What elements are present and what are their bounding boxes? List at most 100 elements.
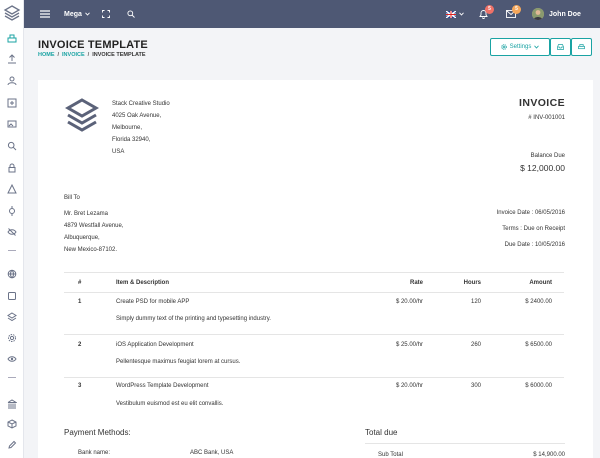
- watch-icon[interactable]: [6, 205, 18, 217]
- image-icon[interactable]: [6, 118, 18, 130]
- eye-off-icon[interactable]: [6, 226, 18, 238]
- company-name: Stack Creative Studio: [112, 101, 170, 107]
- lock-icon[interactable]: [6, 162, 18, 174]
- app-logo-icon[interactable]: [3, 4, 21, 22]
- breadcrumb-separator: /: [57, 52, 60, 58]
- upload-icon[interactable]: [6, 53, 18, 65]
- globe-icon[interactable]: [6, 268, 18, 280]
- left-sidebar: [0, 0, 24, 458]
- mega-menu-dropdown[interactable]: Mega: [64, 0, 90, 28]
- inbox-icon: [557, 44, 564, 50]
- bill-to-state: New Mexico-87102.: [64, 247, 118, 253]
- row-rate: $ 20.00/hr: [395, 299, 423, 305]
- payment-methods-label: Payment Methods:: [64, 428, 131, 437]
- table-header-rate: Rate: [409, 280, 423, 286]
- mega-menu-label: Mega: [64, 10, 82, 18]
- breadcrumb-home[interactable]: HOME: [38, 52, 55, 58]
- row-amount: $ 2400.00: [525, 299, 552, 305]
- messages-button[interactable]: 5: [506, 0, 521, 28]
- bank-icon[interactable]: [6, 398, 18, 410]
- invoice-card: Stack Creative Studio 4025 Oak Avenue, M…: [38, 80, 593, 458]
- menu-toggle-icon[interactable]: [40, 0, 50, 28]
- subtotal-label: Sub Total: [378, 452, 403, 458]
- row-rate: $ 25.00/hr: [395, 342, 423, 348]
- fullscreen-icon[interactable]: [102, 0, 110, 28]
- row-rate: $ 20.00/hr: [395, 383, 423, 389]
- avatar: [532, 8, 544, 20]
- table-header-amount: Amount: [529, 280, 552, 286]
- row-description: Pellentesque maximus feugiat lorem at cu…: [116, 359, 241, 365]
- total-due-label: Total due: [365, 428, 398, 437]
- row-hours: 260: [470, 342, 481, 348]
- invoice-date: Invoice Date : 06/05/2016: [496, 210, 565, 216]
- bank-name-value: ABC Bank, USA: [190, 450, 234, 456]
- row-number: 2: [78, 342, 82, 348]
- user-name: John Doe: [549, 10, 581, 18]
- inbox-button[interactable]: [550, 38, 571, 56]
- row-number: 3: [78, 383, 82, 389]
- settings-button[interactable]: Settings: [490, 38, 550, 56]
- company-state: Florida 32940,: [112, 137, 151, 143]
- page-title: INVOICE TEMPLATE: [38, 39, 148, 51]
- user-menu[interactable]: John Doe: [532, 0, 581, 28]
- row-amount: $ 6000.00: [525, 383, 552, 389]
- table-header-item: Item & Description: [116, 280, 170, 286]
- uk-flag-icon: [446, 10, 456, 18]
- row-description: Vestibulum euismod est eu elit convallis…: [116, 401, 224, 407]
- settings-icon[interactable]: [6, 332, 18, 344]
- box-icon[interactable]: [6, 418, 18, 430]
- chevron-down-icon: [85, 12, 90, 16]
- user-icon[interactable]: [6, 75, 18, 87]
- search-icon[interactable]: [6, 140, 18, 152]
- notifications-button[interactable]: 5: [479, 0, 494, 28]
- table-divider: [64, 334, 564, 335]
- messages-badge: 5: [512, 5, 521, 14]
- bill-to-label: Bill To: [64, 195, 80, 201]
- row-item: WordPress Template Development: [116, 383, 209, 389]
- language-selector[interactable]: [446, 0, 464, 28]
- sidebar-divider: [8, 377, 16, 378]
- table-divider: [64, 292, 564, 293]
- plus-square-icon[interactable]: [6, 97, 18, 109]
- breadcrumb: HOME / INVOICE / INVOICE TEMPLATE: [38, 52, 146, 58]
- chevron-down-icon: [534, 45, 540, 49]
- row-hours: 300: [470, 383, 481, 389]
- bank-name-label: Bank name:: [78, 450, 111, 456]
- edit-icon[interactable]: [6, 439, 18, 451]
- row-amount: $ 6500.00: [525, 342, 552, 348]
- top-navbar: Mega 5 5 John Doe: [24, 0, 600, 28]
- row-item: Create PSD for mobile APP: [116, 299, 190, 305]
- settings-icon: [500, 44, 507, 50]
- bill-to-city: Albuquerque,: [64, 235, 100, 241]
- invoice-title: INVOICE: [519, 97, 565, 109]
- eye-icon[interactable]: [6, 353, 18, 365]
- table-divider: [64, 377, 564, 378]
- balance-due-amount: $ 12,000.00: [520, 163, 565, 173]
- terms: Terms : Due on Receipt: [502, 226, 565, 232]
- search-icon[interactable]: [127, 0, 135, 28]
- notifications-badge: 5: [485, 5, 494, 14]
- bill-to-name: Mr. Bret Lezama: [64, 211, 109, 217]
- company-logo-icon: [65, 98, 100, 132]
- chevron-down-icon: [459, 12, 464, 16]
- table-divider: [64, 272, 564, 273]
- row-description: Simply dummy text of the printing and ty…: [116, 316, 271, 322]
- printer-icon: [578, 44, 585, 50]
- breadcrumb-separator: /: [87, 52, 90, 58]
- print-button[interactable]: [571, 38, 592, 56]
- totals-divider: [365, 443, 565, 444]
- square-icon[interactable]: [6, 290, 18, 302]
- layers-icon[interactable]: [6, 311, 18, 323]
- bill-to-street: 4879 Westfall Avenue,: [64, 223, 124, 229]
- breadcrumb-current: INVOICE TEMPLATE: [92, 52, 146, 58]
- table-header-hours: Hours: [463, 280, 481, 286]
- invoice-number: # INV-001001: [528, 115, 565, 121]
- printer-icon[interactable]: [6, 33, 18, 45]
- alert-icon[interactable]: [6, 183, 18, 195]
- table-header-num: #: [78, 280, 82, 286]
- settings-label: Settings: [509, 44, 532, 50]
- breadcrumb-invoice[interactable]: INVOICE: [62, 52, 85, 58]
- balance-due-label: Balance Due: [530, 153, 565, 159]
- row-item: iOS Application Development: [116, 342, 194, 348]
- due-date: Due Date : 10/05/2016: [504, 242, 565, 248]
